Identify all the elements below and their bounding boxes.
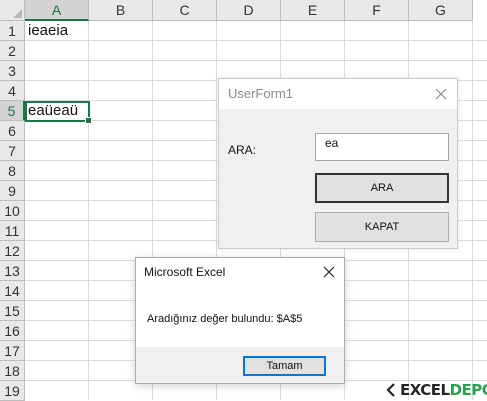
row-header-10[interactable]: 10 <box>0 201 25 221</box>
row-header-17[interactable]: 17 <box>0 341 25 361</box>
search-label: ARA: <box>228 143 257 157</box>
row-header-1[interactable]: 1 <box>0 21 25 41</box>
row-header-7[interactable]: 7 <box>0 141 25 161</box>
column-header-d[interactable]: D <box>217 0 281 21</box>
row-header-16[interactable]: 16 <box>0 321 25 341</box>
message-box-title: Microsoft Excel <box>144 265 226 279</box>
row-header-2[interactable]: 2 <box>0 41 25 61</box>
row-header-3[interactable]: 3 <box>0 61 25 81</box>
row-header-5[interactable]: 5 <box>0 101 25 121</box>
search-input[interactable] <box>315 133 449 161</box>
userform-dialog: UserForm1 ARA: ARA KAPAT <box>218 78 458 249</box>
row-header-8[interactable]: 8 <box>0 161 25 181</box>
row-header-19[interactable]: 19 <box>0 381 25 401</box>
row-header-6[interactable]: 6 <box>0 121 25 141</box>
column-header-e[interactable]: E <box>281 0 345 21</box>
cell-a1[interactable]: ieaeia <box>25 21 89 41</box>
excel-depo-logo: EXCELDEPO <box>385 381 487 399</box>
row-header-15[interactable]: 15 <box>0 301 25 321</box>
message-box-close-button[interactable] <box>321 264 337 280</box>
userform-titlebar[interactable]: UserForm1 <box>219 79 457 109</box>
ara-button[interactable]: ARA <box>315 173 449 203</box>
message-box-footer: Tamam <box>136 347 344 383</box>
row-header-12[interactable]: 12 <box>0 241 25 261</box>
ok-button[interactable]: Tamam <box>243 356 326 376</box>
column-header-f[interactable]: F <box>345 0 409 21</box>
select-all-button[interactable] <box>0 0 25 21</box>
cell-a5[interactable]: eaüeaü <box>25 101 89 121</box>
userform-close-button[interactable] <box>431 84 451 104</box>
logo-text-excel: EXCEL <box>400 381 450 399</box>
row-header-9[interactable]: 9 <box>0 181 25 201</box>
message-text: Aradığınız değer bulundu: $A$5 <box>147 313 303 325</box>
column-header-a[interactable]: A <box>25 0 89 21</box>
row-header-13[interactable]: 13 <box>0 261 25 281</box>
row-header-11[interactable]: 11 <box>0 221 25 241</box>
logo-text-depo: DEPO <box>449 381 487 399</box>
close-icon <box>323 266 335 278</box>
close-icon <box>435 88 447 100</box>
userform-title: UserForm1 <box>228 86 294 101</box>
column-header-g[interactable]: G <box>409 0 473 21</box>
message-box-dialog: Microsoft Excel Aradığınız değer bulundu… <box>135 257 345 384</box>
row-header-18[interactable]: 18 <box>0 361 25 381</box>
row-header-4[interactable]: 4 <box>0 81 25 101</box>
kapat-button[interactable]: KAPAT <box>315 212 449 242</box>
logo-mark-icon <box>386 383 395 397</box>
column-header-b[interactable]: B <box>89 0 153 21</box>
row-header-14[interactable]: 14 <box>0 281 25 301</box>
column-header-c[interactable]: C <box>153 0 217 21</box>
